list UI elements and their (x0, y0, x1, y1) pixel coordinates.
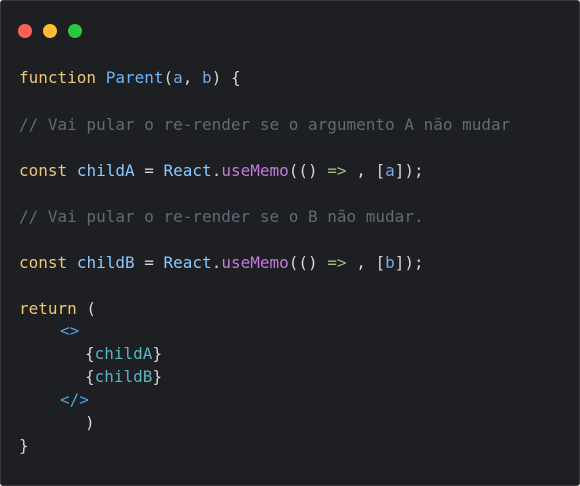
code-block: function Parent(a, b) { // Vai pular o r… (1, 1, 579, 485)
punctuation: = (134, 253, 164, 272)
punctuation: (() (288, 161, 328, 180)
object-react: React (163, 253, 212, 272)
punctuation: , [ (346, 161, 386, 180)
code-comment-2: // Vai pular o re-render se o B não muda… (19, 207, 424, 226)
code-line-11: ) (85, 413, 95, 432)
punctuation: (() (288, 253, 328, 272)
code-line-1: function Parent(a, b) { (19, 68, 241, 88)
variable-childA: childA (76, 161, 135, 180)
jsx-fragment-open: <> (60, 321, 80, 340)
arrow: => (327, 161, 347, 180)
punctuation: ) { (211, 68, 241, 87)
method-usememo: useMemo (221, 161, 289, 180)
keyword-return: return (19, 299, 77, 318)
punctuation: . (211, 161, 222, 180)
jsx-expression-childB: childB (94, 367, 153, 386)
code-line-6: return ( (19, 299, 96, 319)
punctuation: . (211, 253, 222, 272)
punctuation: { (85, 344, 95, 363)
punctuation: , (182, 68, 203, 87)
punctuation: { (85, 367, 95, 386)
function-name: Parent (105, 68, 164, 87)
code-line-8: {childA} (85, 344, 162, 364)
punctuation: ( (76, 299, 97, 318)
punctuation: } (152, 367, 163, 386)
object-react: React (163, 161, 212, 180)
code-comment-1: // Vai pular o re-render se o argumento … (19, 115, 511, 134)
code-line-10: </> (60, 390, 89, 410)
jsx-expression-childA: childA (94, 344, 153, 363)
code-window: function Parent(a, b) { // Vai pular o r… (0, 0, 580, 486)
method-usememo: useMemo (221, 253, 289, 272)
code-line-5: const childB = React.useMemo(() => , [b]… (19, 253, 424, 273)
punctuation: } (152, 344, 163, 363)
variable-childB: childB (76, 253, 135, 272)
code-line-3: const childA = React.useMemo(() => , [a]… (19, 161, 424, 181)
punctuation: ]); (394, 161, 424, 180)
keyword-const: const (19, 161, 68, 180)
punctuation: = (134, 161, 164, 180)
param-a: a (173, 68, 183, 87)
punctuation: ( (163, 68, 174, 87)
code-line-7: <> (60, 321, 79, 341)
param-b: b (202, 68, 212, 87)
punctuation: , [ (346, 253, 386, 272)
code-line-12: } (19, 436, 29, 455)
keyword-const: const (19, 253, 68, 272)
dependency-b: b (385, 253, 395, 272)
arrow: => (327, 253, 347, 272)
jsx-fragment-close: </> (60, 390, 89, 409)
dependency-a: a (385, 161, 395, 180)
keyword-function: function (19, 68, 97, 87)
code-line-9: {childB} (85, 367, 162, 387)
punctuation: ]); (394, 253, 424, 272)
